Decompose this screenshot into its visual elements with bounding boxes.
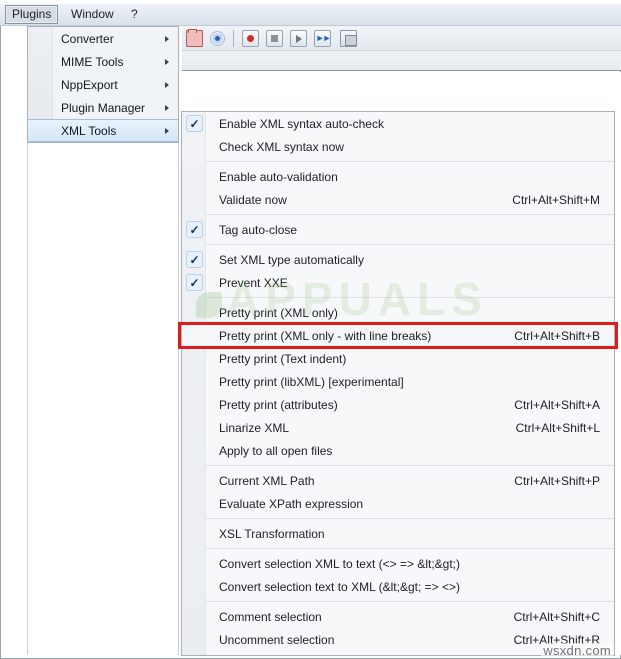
submenu-separator	[206, 244, 614, 245]
submenu-item[interactable]: Pretty print (Text indent)	[182, 347, 614, 370]
submenu-item-label: Uncomment selection	[219, 632, 335, 647]
xml-tools-submenu: ✓ Enable XML syntax auto-check Check XML s…	[181, 111, 615, 656]
submenu-item[interactable]: Evaluate XPath expression	[182, 492, 614, 515]
submenu-item[interactable]: Linarize XML Ctrl+Alt+Shift+L	[182, 416, 614, 439]
submenu-item-label: Pretty print (XML only - with line break…	[219, 328, 432, 343]
screenshot-root: Plugins Window ? ►► 10/wordprocessingCan…	[0, 0, 621, 659]
submenu-item-label: Enable auto-validation	[219, 169, 338, 184]
submenu-item-label: Current XML Path	[219, 473, 315, 488]
submenu-separator	[206, 214, 614, 215]
submenu-item-label: Convert selection XML to text (<> => &lt…	[219, 556, 461, 571]
menu-item-label: XML Tools	[61, 123, 117, 138]
fast-forward-icon[interactable]: ►►	[314, 30, 331, 47]
submenu-separator	[206, 465, 614, 466]
menu-bar: Plugins Window ?	[0, 4, 621, 26]
menubar-item-window[interactable]: Window	[64, 5, 121, 24]
eye-icon[interactable]	[209, 30, 226, 47]
watermark-site: wsxdn.com	[541, 643, 613, 658]
submenu-item-label: XSL Transformation	[219, 526, 325, 541]
submenu-item[interactable]: ✓ Enable XML syntax auto-check	[182, 112, 614, 135]
submenu-item[interactable]: Convert selection text to XML (&lt;&gt; …	[182, 575, 614, 598]
submenu-item-label: Prevent XXE	[219, 275, 288, 290]
menu-item-label: NppExport	[61, 77, 118, 92]
menu-item-nppexport[interactable]: NppExport	[28, 73, 178, 96]
submenu-item-list: ✓ Enable XML syntax auto-check Check XML s…	[182, 112, 614, 651]
menu-item-xml-tools[interactable]: XML Tools	[28, 119, 178, 142]
submenu-item[interactable]: Pretty print (attributes) Ctrl+Alt+Shift+…	[182, 393, 614, 416]
submenu-item[interactable]: Convert selection XML to text (<> => &lt…	[182, 552, 614, 575]
menubar-item-help[interactable]: ?	[124, 5, 145, 24]
submenu-item-shortcut: Ctrl+Alt+Shift+L	[515, 420, 600, 435]
chevron-right-icon	[165, 35, 169, 42]
play-icon[interactable]	[290, 30, 307, 47]
checkmark-icon: ✓	[186, 221, 203, 238]
submenu-item[interactable]: Check XML syntax now	[182, 135, 614, 158]
submenu-item-label: Evaluate XPath expression	[219, 496, 364, 511]
toolbar-divider	[233, 30, 234, 47]
submenu-item[interactable]: Pretty print (libXML) [experimental]	[182, 370, 614, 393]
submenu-item-label: Pretty print (attributes)	[219, 397, 338, 412]
submenu-item-label: Validate now	[219, 192, 287, 207]
menu-item-label: MIME Tools	[61, 54, 124, 69]
toolbar-secondary-strip	[182, 51, 621, 71]
submenu-item-label: Set XML type automatically	[219, 252, 364, 267]
submenu-separator	[206, 161, 614, 162]
submenu-item[interactable]: ✓ Tag auto-close	[182, 218, 614, 241]
submenu-item-label: Check XML syntax now	[219, 139, 344, 154]
menu-item-label: Plugin Manager	[61, 100, 146, 115]
code-line: 10/wordprocessingCanvas" xmlns:cx="http:…	[182, 92, 621, 102]
chevron-right-icon	[165, 104, 169, 111]
plugins-menu-shadow-area	[27, 143, 179, 655]
submenu-item-label: Convert selection text to XML (&lt;&gt; …	[219, 579, 461, 594]
stop-icon[interactable]	[266, 30, 283, 47]
menu-item-mime-tools[interactable]: MIME Tools	[28, 50, 178, 73]
record-icon[interactable]	[242, 30, 259, 47]
checkmark-icon: ✓	[186, 274, 203, 291]
submenu-item-label: Pretty print (XML only)	[219, 305, 338, 320]
menu-item-plugin-manager[interactable]: Plugin Manager	[28, 96, 178, 119]
menu-item-converter[interactable]: Converter	[28, 27, 178, 50]
submenu-item[interactable]: Current XML Path Ctrl+Alt+Shift+P	[182, 469, 614, 492]
plugins-dropdown-menu: Converter MIME Tools NppExport Plugin Ma…	[27, 26, 179, 143]
submenu-item-label: Pretty print (libXML) [experimental]	[219, 374, 404, 389]
submenu-separator	[206, 297, 614, 298]
submenu-item-shortcut: Ctrl+Alt+Shift+P	[514, 473, 600, 488]
code-editor[interactable]: 10/wordprocessingCanvas" xmlns:cx="http:…	[182, 72, 621, 102]
chevron-right-icon	[165, 127, 169, 134]
checkmark-icon: ✓	[186, 251, 203, 268]
submenu-item[interactable]: Pretty print (XML only)	[182, 301, 614, 324]
submenu-item-label: Apply to all open files	[219, 443, 333, 458]
submenu-item-shortcut: Ctrl+Alt+Shift+M	[512, 192, 600, 207]
submenu-separator	[206, 548, 614, 549]
submenu-item[interactable]: Enable auto-validation	[182, 165, 614, 188]
checkmark-icon: ✓	[186, 115, 203, 132]
submenu-item[interactable]: ✓ Set XML type automatically	[182, 248, 614, 271]
submenu-item-label: Enable XML syntax auto-check	[219, 116, 384, 131]
menubar-item-plugins[interactable]: Plugins	[5, 5, 59, 24]
submenu-item[interactable]: Pretty print (XML only - with line break…	[182, 324, 614, 347]
submenu-item[interactable]: Comment selection Ctrl+Alt+Shift+C	[182, 605, 614, 628]
submenu-item-label: Linarize XML	[219, 420, 290, 435]
submenu-item[interactable]: Apply to all open files	[182, 439, 614, 462]
folder-icon[interactable]	[186, 29, 203, 47]
submenu-item[interactable]: Validate now Ctrl+Alt+Shift+M	[182, 188, 614, 211]
submenu-item-shortcut: Ctrl+Alt+Shift+A	[514, 397, 600, 412]
cascade-windows-icon[interactable]	[340, 30, 357, 47]
submenu-item-shortcut: Ctrl+Alt+Shift+B	[514, 328, 600, 343]
menu-item-label: Converter	[61, 31, 114, 46]
submenu-item-label: Tag auto-close	[219, 222, 298, 237]
submenu-item-label: Pretty print (Text indent)	[219, 351, 347, 366]
submenu-item[interactable]: XSL Transformation	[182, 522, 614, 545]
submenu-separator	[206, 601, 614, 602]
chevron-right-icon	[165, 81, 169, 88]
submenu-item[interactable]: ✓ Prevent XXE	[182, 271, 614, 294]
toolbar: ►►	[182, 26, 621, 51]
submenu-separator	[206, 518, 614, 519]
submenu-item-shortcut: Ctrl+Alt+Shift+C	[513, 609, 600, 624]
chevron-right-icon	[165, 58, 169, 65]
submenu-item-label: Comment selection	[219, 609, 322, 624]
